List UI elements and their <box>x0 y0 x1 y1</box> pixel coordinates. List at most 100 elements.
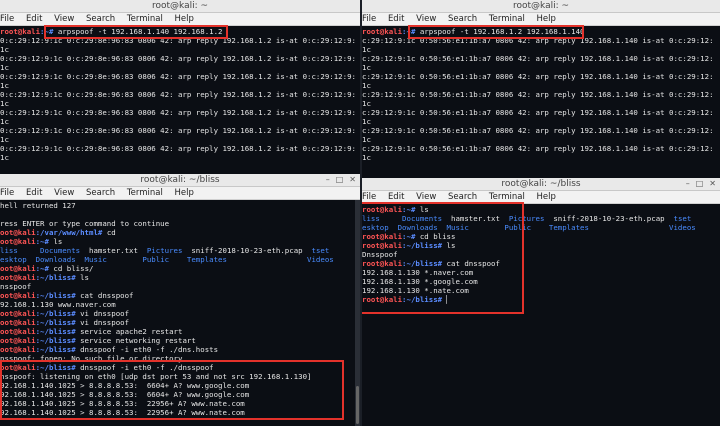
highlight-box <box>0 360 344 420</box>
terminal-text: 1c <box>362 117 371 126</box>
terminal-text: service apache2 restart <box>80 327 183 336</box>
terminal-text: vi dnsspoof <box>80 309 130 318</box>
prompt-path: :~/bliss# <box>35 318 81 327</box>
terminal-line: c:29:12:9:1c 0:50:56:e1:1b:a7 0806 42: a… <box>362 144 720 153</box>
menu-bar: File Edit View Search Terminal Help <box>0 187 360 200</box>
menu-help[interactable]: Help <box>537 13 556 25</box>
menu-file[interactable]: File <box>0 13 14 25</box>
menu-view[interactable]: View <box>416 13 436 25</box>
menu-search[interactable]: Search <box>86 13 115 25</box>
terminal-output[interactable]: root@kali:~# arpspoof -t 192.168.1.140 1… <box>0 26 360 178</box>
maximize-icon[interactable]: □ <box>336 175 344 184</box>
menu-search[interactable]: Search <box>86 187 115 199</box>
menu-help[interactable]: Help <box>175 13 194 25</box>
menu-view[interactable]: View <box>54 187 74 199</box>
terminal-text: cd <box>106 228 116 237</box>
terminal-line: oot@kali:~# ls <box>0 237 360 246</box>
menu-file[interactable]: File <box>0 187 14 199</box>
menu-edit[interactable]: Edit <box>26 187 42 199</box>
prompt-path: :~/bliss# <box>35 336 81 345</box>
terminal-line: 1c <box>362 135 720 144</box>
window-title: root@kali: ~/bliss <box>0 174 360 187</box>
terminal-line: 0:c:29:12:9:1c 0:c:29:8e:96:83 0806 42: … <box>0 90 360 99</box>
terminal-text: 1c <box>0 153 9 162</box>
terminal-line: c:29:12:9:1c 0:50:56:e1:1b:a7 0806 42: a… <box>362 54 720 63</box>
window-controls: – □ ✕ <box>320 175 356 184</box>
terminal-line: 0:c:29:12:9:1c 0:c:29:8e:96:83 0806 42: … <box>0 72 360 81</box>
scrollbar-thumb[interactable] <box>356 386 359 424</box>
maximize-icon[interactable]: □ <box>696 179 704 188</box>
terminal-line: oot@kali:~/bliss# cat dnsspoof <box>0 291 360 300</box>
terminal-line: 1c <box>0 153 360 162</box>
terminal-line: 0:c:29:12:9:1c 0:c:29:8e:96:83 0806 42: … <box>0 144 360 153</box>
terminal-window-top-left[interactable]: root@kali: ~ File Edit View Search Termi… <box>0 0 360 178</box>
terminal-text: 0:c:29:12:9:1c 0:c:29:8e:96:83 0806 42: … <box>0 144 356 153</box>
menu-file[interactable]: File <box>362 13 376 25</box>
close-icon[interactable]: ✕ <box>709 179 716 188</box>
terminal-line: esktop Downloads Music Public Templates … <box>0 255 360 264</box>
minimize-icon[interactable]: – <box>686 179 690 188</box>
terminal-line: oot@kali:~/bliss# dnsspoof -i eth0 -f ./… <box>0 345 360 354</box>
terminal-line: 1c <box>362 81 720 90</box>
terminal-text: 1c <box>0 117 9 126</box>
prompt-user: oot@kali <box>0 309 36 318</box>
prompt-path: :~# <box>35 237 54 246</box>
prompt-path: :~/bliss# <box>35 291 81 300</box>
terminal-text: 1c <box>362 153 371 162</box>
terminal-text: 1c <box>362 99 371 108</box>
terminal-line: 1c <box>362 63 720 72</box>
terminal-line: 1c <box>362 45 720 54</box>
scrollbar[interactable] <box>355 200 360 426</box>
close-icon[interactable]: ✕ <box>349 175 356 184</box>
terminal-line: 1c <box>0 63 360 72</box>
terminal-line: 92.168.1.130 www.naver.com <box>0 300 360 309</box>
menu-edit[interactable]: Edit <box>26 13 42 25</box>
terminal-line: oot@kali:~/bliss# vi dnsspoof <box>0 309 360 318</box>
terminal-window-bottom-left[interactable]: root@kali: ~/bliss – □ ✕ File Edit View Se… <box>0 174 360 426</box>
terminal-line: 1c <box>0 117 360 126</box>
menu-help[interactable]: Help <box>537 191 556 203</box>
terminal-text: cat dnsspoof <box>80 291 134 300</box>
terminal-text: 1c <box>362 45 371 54</box>
window-title: root@kali: ~ <box>0 0 360 13</box>
prompt-path: :/var/www/html# <box>35 228 107 237</box>
menu-help[interactable]: Help <box>175 187 194 199</box>
terminal-text: nsspoof <box>0 282 32 291</box>
menu-terminal[interactable]: Terminal <box>127 187 163 199</box>
terminal-text: ls <box>53 237 63 246</box>
prompt-path: :~/bliss# <box>35 327 81 336</box>
terminal-text: 0:c:29:12:9:1c 0:c:29:8e:96:83 0806 42: … <box>0 126 356 135</box>
prompt-user: oot@kali <box>0 264 36 273</box>
menu-terminal[interactable]: Terminal <box>489 13 525 25</box>
prompt-user: oot@kali <box>0 291 36 300</box>
terminal-line: oot@kali:/var/www/html# cd <box>0 228 360 237</box>
terminal-line: 1c <box>0 99 360 108</box>
terminal-text: 1c <box>362 135 371 144</box>
terminal-output[interactable]: root@kali:~# arpspoof -t 192.168.1.2 192… <box>362 26 720 178</box>
terminal-line: 1c <box>0 135 360 144</box>
terminal-window-bottom-right[interactable]: root@kali: ~/bliss – □ ✕ File Edit View Se… <box>362 178 720 426</box>
menu-view[interactable]: View <box>54 13 74 25</box>
terminal-line: 1c <box>0 81 360 90</box>
terminal-line: 1c <box>0 45 360 54</box>
terminal-line: oot@kali:~/bliss# service networking res… <box>0 336 360 345</box>
menu-terminal[interactable]: Terminal <box>127 13 163 25</box>
terminal-text: 0:c:29:12:9:1c 0:c:29:8e:96:83 0806 42: … <box>0 72 356 81</box>
window-title: root@kali: ~/bliss <box>362 178 720 191</box>
terminal-text: c:29:12:9:1c 0:50:56:e1:1b:a7 0806 42: a… <box>362 72 714 81</box>
directory-name: esktop Downloads Music Public Templates … <box>0 255 334 264</box>
minimize-icon[interactable]: – <box>326 175 330 184</box>
terminal-text: ls <box>80 273 90 282</box>
terminal-text: 92.168.1.130 www.naver.com <box>0 300 116 309</box>
terminal-window-top-right[interactable]: root@kali: ~ File Edit View Search Termi… <box>362 0 720 178</box>
menu-search[interactable]: Search <box>448 13 477 25</box>
terminal-text: 0:c:29:12:9:1c 0:c:29:8e:96:83 0806 42: … <box>0 108 356 117</box>
terminal-text: c:29:12:9:1c 0:50:56:e1:1b:a7 0806 42: a… <box>362 144 714 153</box>
prompt-user: oot@kali <box>0 237 36 246</box>
terminal-text: c:29:12:9:1c 0:50:56:e1:1b:a7 0806 42: a… <box>362 108 714 117</box>
terminal-line: 1c <box>362 99 720 108</box>
highlight-box <box>44 25 228 39</box>
menu-edit[interactable]: Edit <box>388 13 404 25</box>
terminal-text: hamster.txt <box>89 246 147 255</box>
